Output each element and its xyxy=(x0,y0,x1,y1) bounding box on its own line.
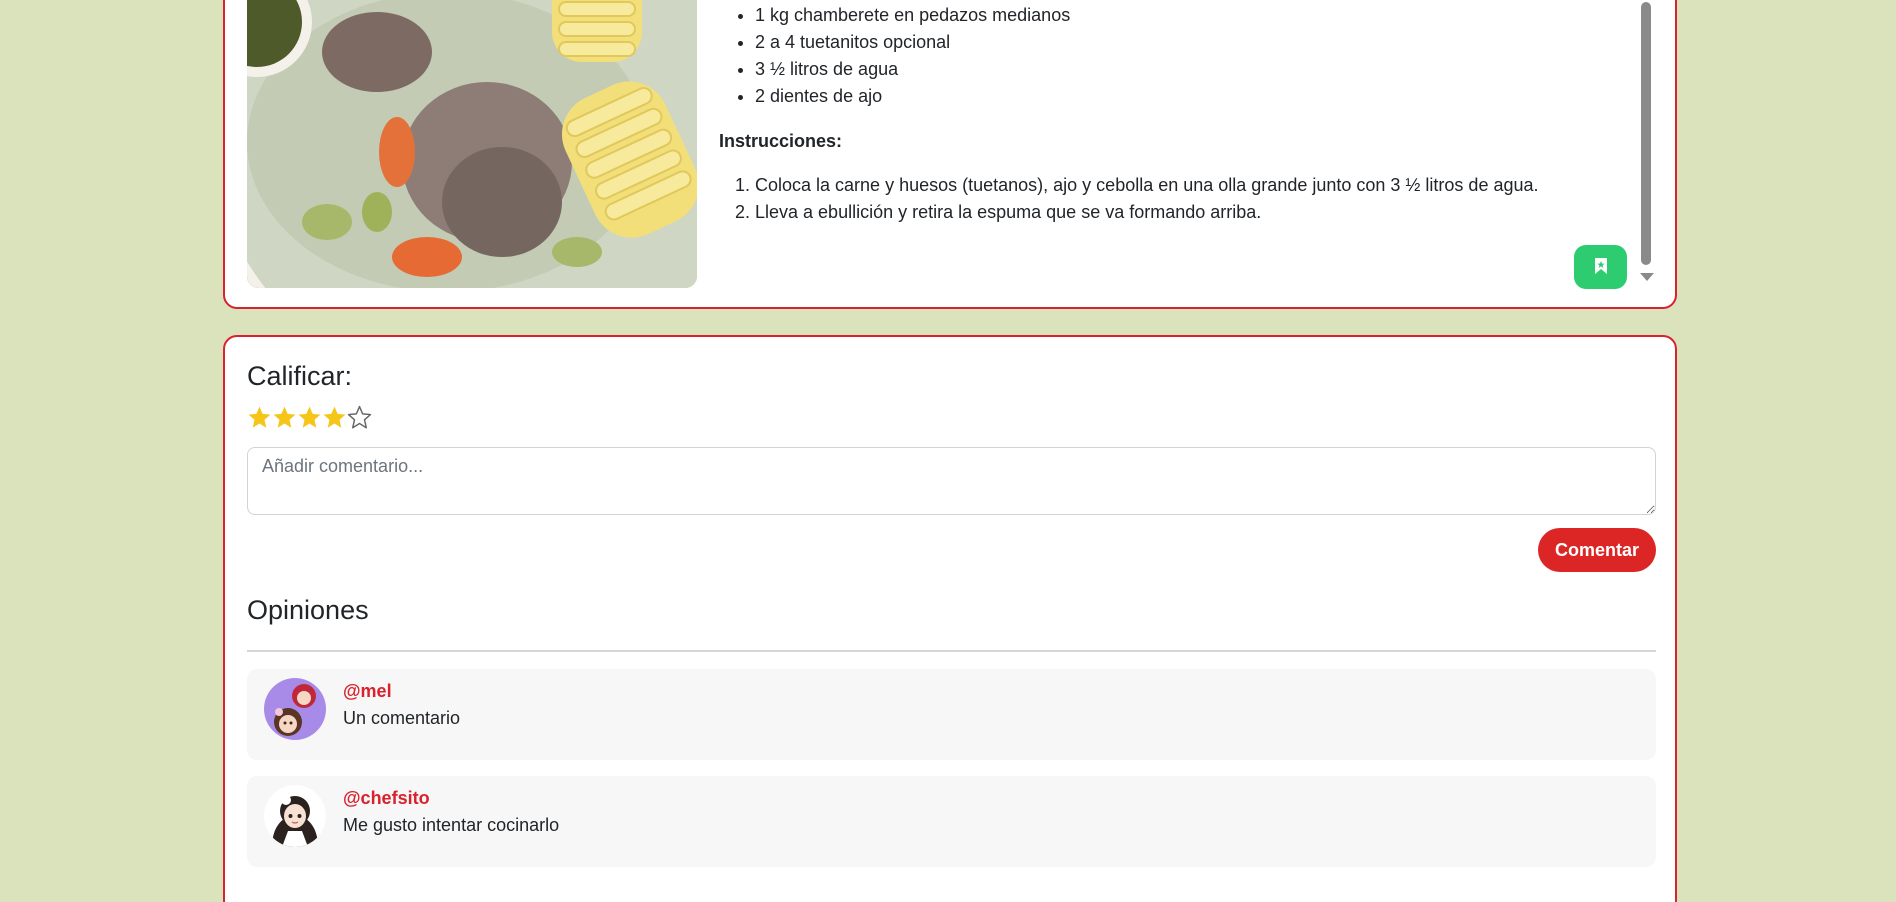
opinion-text: Me gusto intentar cocinarlo xyxy=(343,815,560,835)
ingredients-list: 1 kg chamberete en pedazos medianos 2 a … xyxy=(719,2,1619,110)
save-recipe-button[interactable] xyxy=(1574,245,1627,289)
instruction-step: Coloca la carne y huesos (tuetanos), ajo… xyxy=(755,172,1619,199)
ingredient-item: 1 kg chamberete en pedazos medianos xyxy=(755,2,1619,29)
ingredient-item: 3 ½ litros de agua xyxy=(755,56,1619,83)
opinions-title: Opiniones xyxy=(247,595,369,625)
opinion-item: @mel Un comentario xyxy=(247,669,1656,760)
opinion-username[interactable]: @chefsito xyxy=(343,786,430,810)
ingredient-item: 2 dientes de ajo xyxy=(755,83,1619,110)
recipe-card: 1 kg chamberete en pedazos medianos 2 a … xyxy=(223,0,1677,309)
opinion-item: @chefsito Me gusto intentar cocinarlo xyxy=(247,776,1656,867)
comment-input[interactable] xyxy=(247,447,1656,515)
scrollbar-thumb[interactable] xyxy=(1641,2,1651,265)
scroll-down-arrow-icon[interactable] xyxy=(1640,273,1654,281)
avatar[interactable] xyxy=(264,785,326,847)
comment-submit-button[interactable]: Comentar xyxy=(1538,528,1656,572)
star-icon-filled[interactable] xyxy=(247,405,272,430)
star-icon-empty[interactable] xyxy=(347,405,372,430)
comments-card: Calificar: Comentar Opiniones xyxy=(223,335,1677,902)
bookmark-icon xyxy=(1594,257,1608,278)
page: 1 kg chamberete en pedazos medianos 2 a … xyxy=(0,0,1896,902)
instructions-heading: Instrucciones: xyxy=(719,131,843,151)
opinion-text: Un comentario xyxy=(343,708,461,728)
instruction-step: Lleva a ebullición y retira la espuma qu… xyxy=(755,199,1619,226)
divider xyxy=(247,650,1656,652)
recipe-scrollbar[interactable] xyxy=(1639,2,1653,272)
avatar[interactable] xyxy=(264,678,326,740)
ingredient-item: 2 a 4 tuetanitos opcional xyxy=(755,29,1619,56)
rating-title: Calificar: xyxy=(247,361,353,391)
star-icon-filled[interactable] xyxy=(297,405,322,430)
recipe-body: 1 kg chamberete en pedazos medianos 2 a … xyxy=(719,2,1619,226)
opinion-username[interactable]: @mel xyxy=(343,679,392,703)
instructions-list: Coloca la carne y huesos (tuetanos), ajo… xyxy=(719,172,1619,226)
star-icon-filled[interactable] xyxy=(272,405,297,430)
star-icon-filled[interactable] xyxy=(322,405,347,430)
star-rating xyxy=(247,405,372,430)
recipe-photo xyxy=(247,0,697,288)
